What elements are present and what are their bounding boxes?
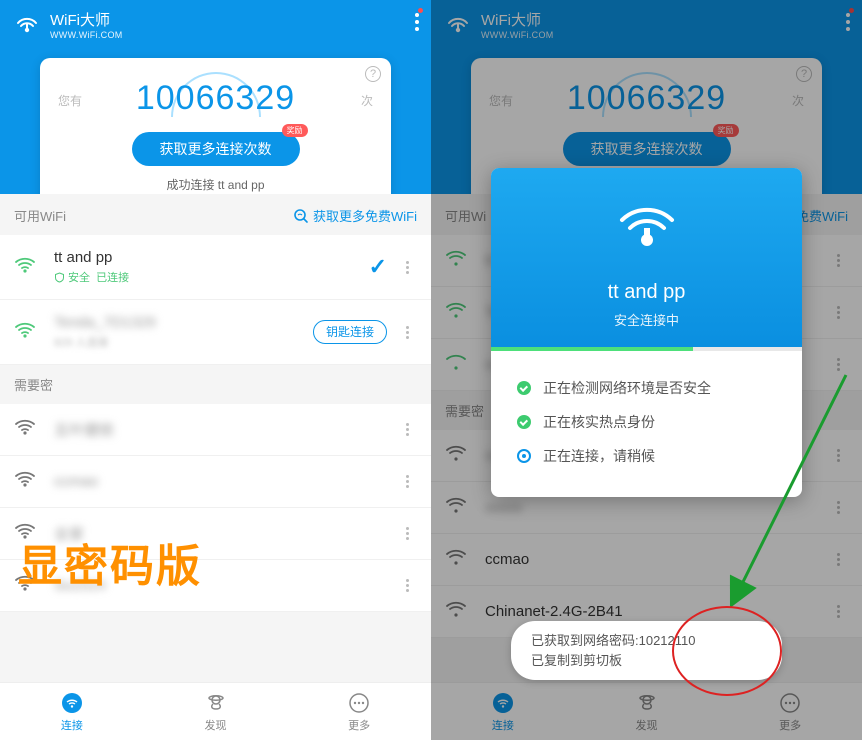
modal-step: 正在检测网络环境是否安全 [517, 371, 776, 405]
get-more-button[interactable]: 获取更多连接次数 奖励 [132, 132, 300, 166]
row-menu-icon[interactable] [397, 259, 417, 276]
available-label: 可用WiFi [14, 206, 66, 225]
hero-prefix: 您有 [58, 92, 82, 109]
wifi-signal-icon [14, 256, 38, 279]
key-connect-button[interactable]: 钥匙连接 [313, 320, 387, 344]
shield-icon [54, 272, 65, 283]
wifi-icon [60, 691, 84, 715]
check-icon [517, 381, 531, 395]
row-menu-icon[interactable] [397, 324, 417, 341]
wifi-row[interactable]: 五叶健侬 [0, 404, 431, 456]
wifi-lock-icon [14, 470, 38, 493]
header-title-block: WiFi大师 WWW.WiFi.COM [50, 9, 123, 40]
toast-line2: 已复制到剪切板 [531, 651, 762, 671]
nav-label: 连接 [61, 717, 83, 733]
nav-connect[interactable]: 连接 [0, 683, 144, 740]
modal-step: 正在核实热点身份 [517, 405, 776, 439]
modal-logo-icon [491, 198, 802, 259]
app-logo-icon [14, 11, 40, 37]
nav-label: 更多 [348, 717, 370, 733]
hero-suffix: 次 [361, 92, 373, 109]
hero-counter: 10066329 [136, 79, 295, 118]
toast-line1: 已获取到网络密码:10212110 [531, 631, 762, 651]
screenshot-left: WiFi大师 WWW.WiFi.COM ? 您有 10066329 次 获取更多… [0, 0, 431, 740]
hero-subtitle: 成功连接 tt and pp [40, 176, 391, 193]
bottom-nav: 连接 发现 更多 [0, 682, 431, 740]
modal-status: 安全连接中 [491, 310, 802, 329]
reward-badge: 奖励 [282, 124, 308, 137]
modal-step-text: 正在核实热点身份 [543, 412, 655, 432]
connected-check-icon: ✓ [369, 254, 387, 280]
wifi-name: Tenda_7D1329 [54, 314, 313, 331]
get-more-free-link[interactable]: 获取更多免费WiFi [293, 206, 417, 225]
more-icon [347, 691, 371, 715]
wifi-row[interactable]: tt and pp 安全 已连接 ✓ [0, 235, 431, 300]
wifi-row[interactable]: ccmao [0, 456, 431, 508]
notification-dot [418, 8, 423, 13]
modal-step: 正在连接，请稍候 [517, 439, 776, 473]
discover-icon [204, 691, 228, 715]
wifi-status: 829 人连接 [54, 334, 313, 350]
connecting-modal: tt and pp 安全连接中 正在检测网络环境是否安全 正在核实热点身份 正在… [491, 168, 802, 497]
wifi-status: 安全 已连接 [54, 269, 369, 285]
wifi-row[interactable]: Tenda_7D1329 829 人连接 钥匙连接 [0, 300, 431, 365]
row-menu-icon[interactable] [397, 577, 417, 594]
row-menu-icon[interactable] [397, 473, 417, 490]
wifi-lock-icon [14, 418, 38, 441]
spinner-icon [517, 449, 531, 463]
check-icon [517, 415, 531, 429]
app-header: WiFi大师 WWW.WiFi.COM [0, 0, 431, 48]
row-menu-icon[interactable] [397, 421, 417, 438]
modal-step-text: 正在连接，请稍候 [543, 446, 655, 466]
get-more-free-label: 获取更多免费WiFi [313, 206, 417, 225]
modal-ssid: tt and pp [491, 281, 802, 304]
wifi-name: ccmao [54, 473, 397, 490]
wifi-name: tt and pp [54, 249, 369, 266]
screenshot-right: WiFi大师 WWW.WiFi.COM ? 您有 10066329 次 获取更多… [431, 0, 862, 740]
get-more-label: 获取更多连接次数 [160, 141, 272, 157]
watermark-text: 显密码版 [18, 530, 202, 594]
nav-more[interactable]: 更多 [287, 683, 431, 740]
app-title: WiFi大师 [50, 9, 123, 30]
search-wifi-icon [293, 208, 309, 224]
need-password-section: 需要密 [0, 365, 431, 404]
password-toast: 已获取到网络密码:10212110 已复制到剪切板 [511, 621, 782, 680]
hero-area: ? 您有 10066329 次 获取更多连接次数 奖励 成功连接 tt and … [0, 48, 431, 194]
app-url: WWW.WiFi.COM [50, 30, 123, 40]
wifi-name: 五叶健侬 [54, 419, 397, 440]
wifi-signal-icon [14, 321, 38, 344]
nav-discover[interactable]: 发现 [144, 683, 288, 740]
available-section-header: 可用WiFi 获取更多免费WiFi [0, 194, 431, 235]
row-menu-icon[interactable] [397, 525, 417, 542]
modal-step-text: 正在检测网络环境是否安全 [543, 378, 711, 398]
nav-label: 发现 [205, 717, 227, 733]
hero-card: ? 您有 10066329 次 获取更多连接次数 奖励 成功连接 tt and … [40, 58, 391, 207]
menu-icon[interactable] [415, 10, 419, 34]
wifi-list-area[interactable]: 可用WiFi 获取更多免费WiFi tt and pp 安全 已连接 ✓ [0, 194, 431, 740]
